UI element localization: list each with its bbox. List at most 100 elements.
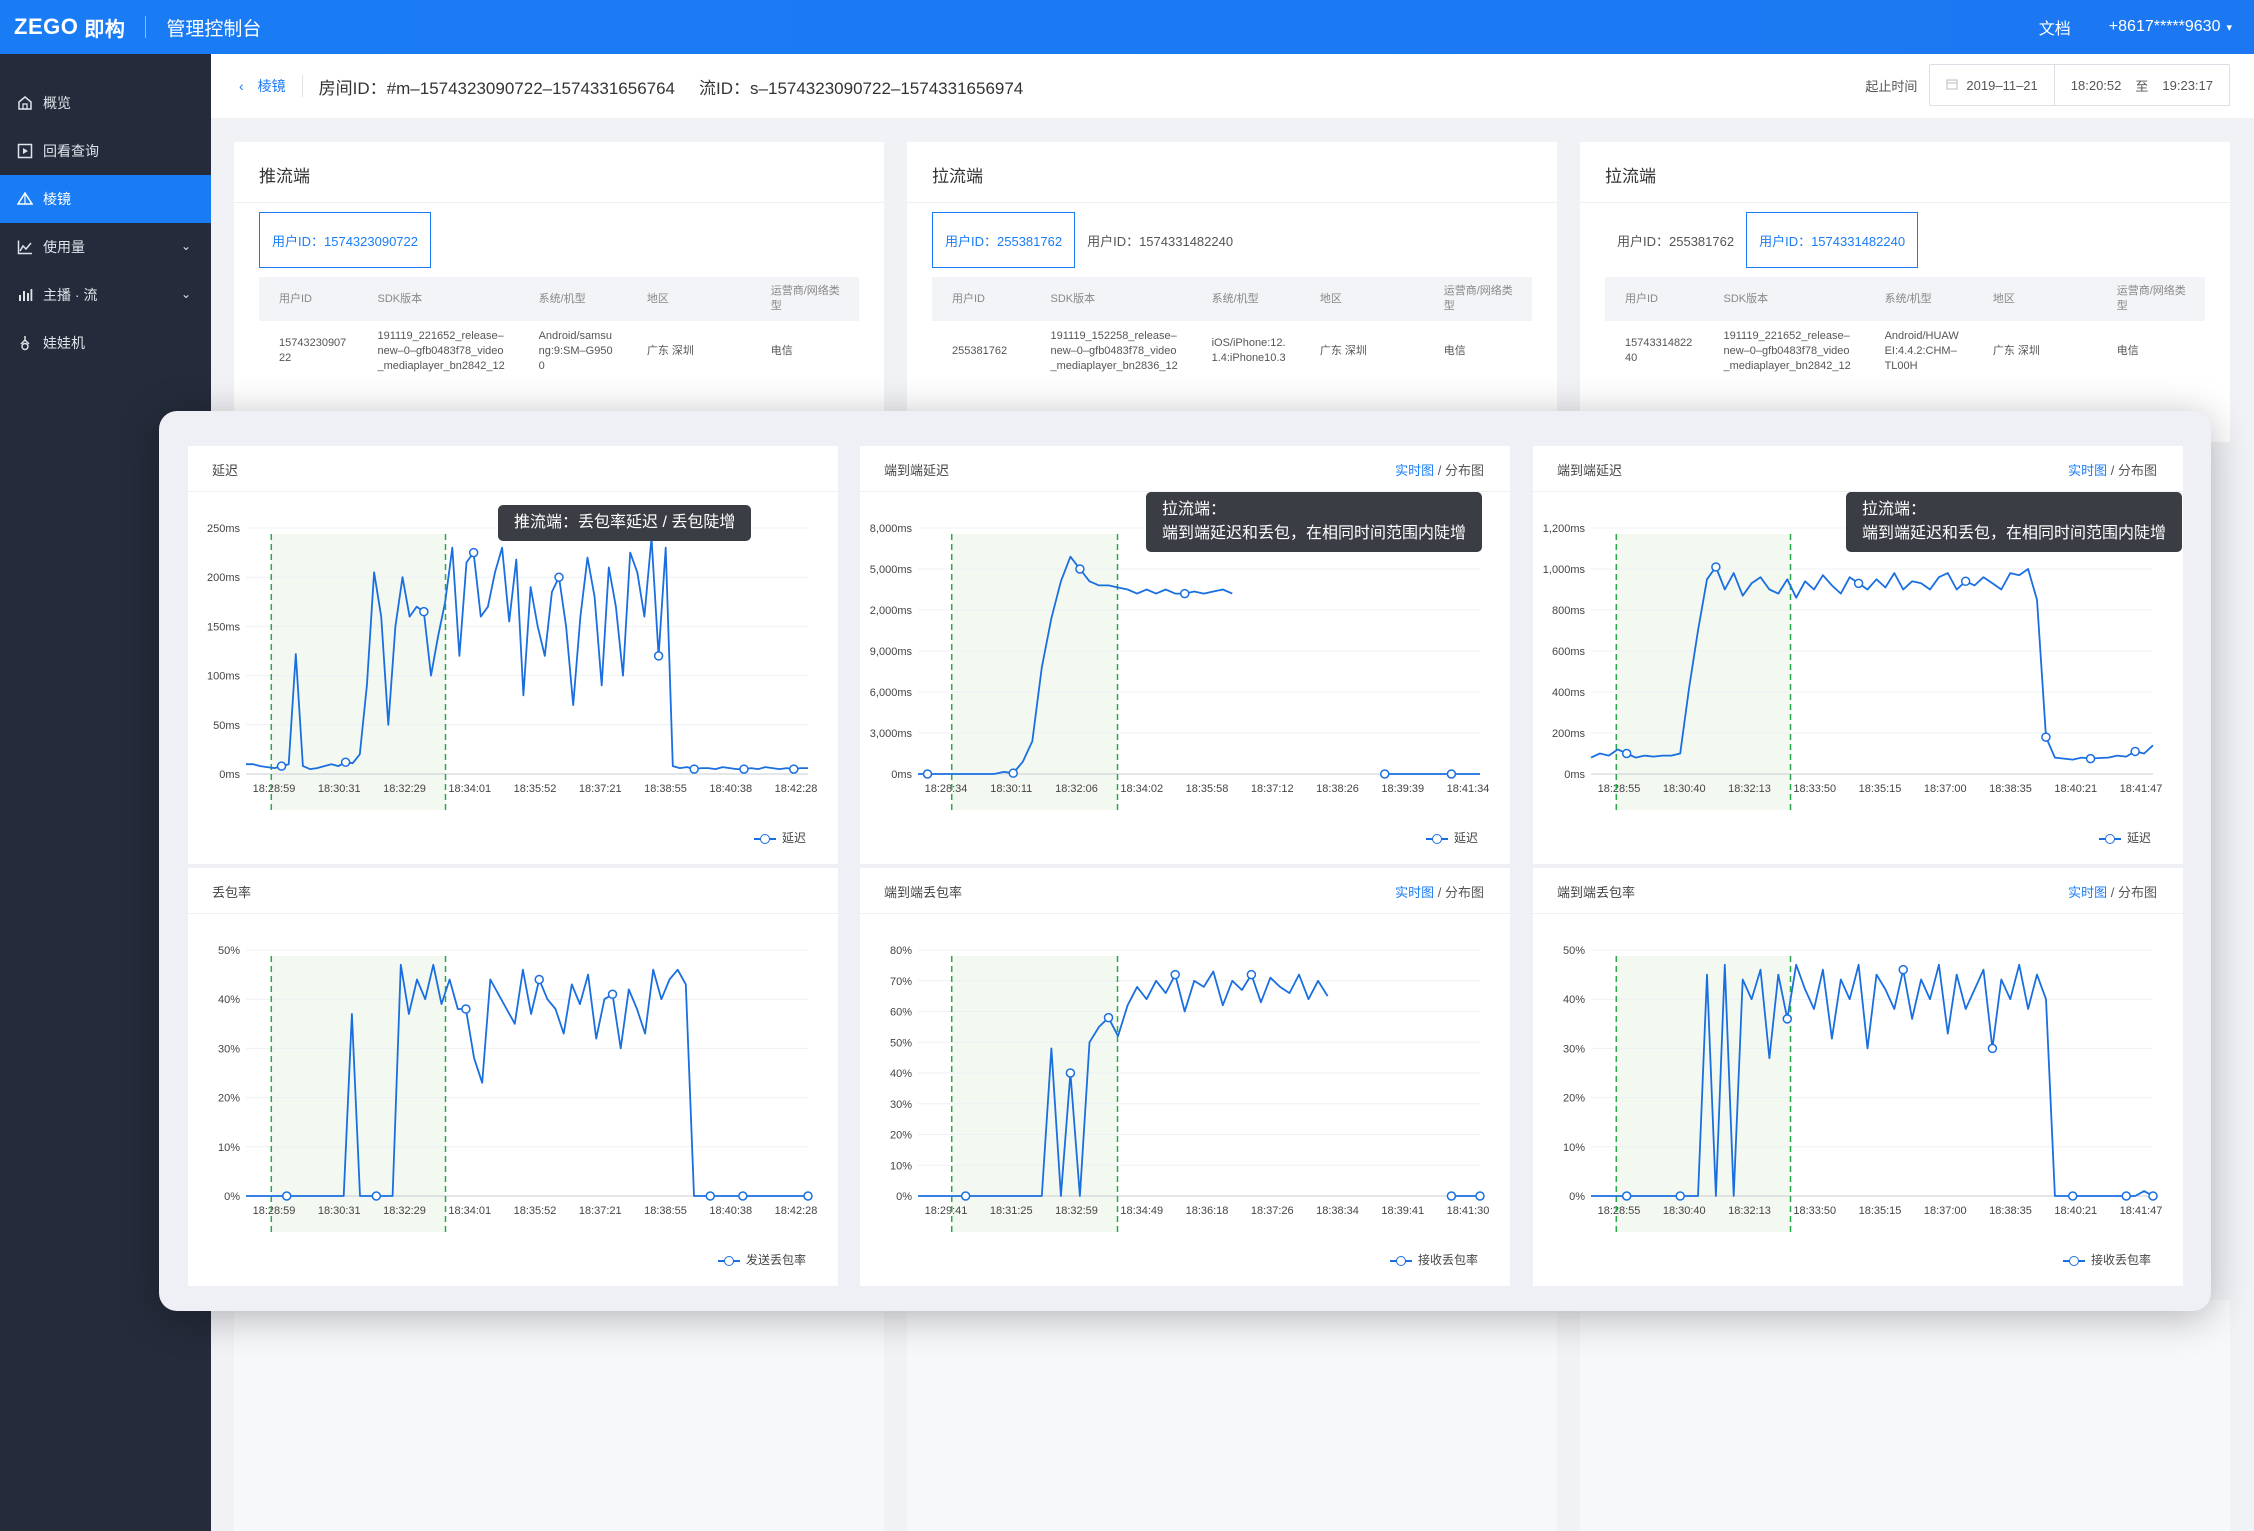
x-tick-label: 18:35:15 <box>1859 1205 1902 1217</box>
sidebar-item-label: 娃娃机 <box>43 335 85 351</box>
calendar-icon <box>1946 78 1958 93</box>
sidebar-item-label: 概览 <box>43 95 71 111</box>
chart-legend[interactable]: 接收丢包率 <box>1389 1251 1478 1268</box>
y-tick-label: 9,000ms <box>870 646 913 658</box>
y-tick-label: 0% <box>224 1191 240 1203</box>
chart-legend[interactable]: 延迟 <box>2098 829 2151 846</box>
user-tab[interactable]: 用户ID：255381762 <box>932 212 1076 268</box>
prism-icon <box>16 190 34 208</box>
y-tick-label: 10% <box>890 1160 912 1172</box>
legend-label: 发送丢包率 <box>745 1253 806 1267</box>
y-tick-label: 30% <box>218 1043 240 1055</box>
chevron-down-icon: ▾ <box>2226 22 2232 34</box>
faded-card <box>1580 1300 2230 1531</box>
account-menu[interactable]: +8617*****9630 ▾ <box>2109 18 2232 36</box>
faded-card <box>907 1300 1557 1531</box>
chart-legend[interactable]: 发送丢包率 <box>717 1251 806 1268</box>
table-cell: 广东 深圳 <box>1992 344 2040 357</box>
data-point <box>340 757 351 767</box>
data-point <box>554 572 564 582</box>
data-point <box>1075 564 1085 574</box>
sidebar-item-overview[interactable]: 概览 <box>0 79 211 127</box>
data-point <box>1446 1191 1457 1201</box>
x-tick-label: 18:38:35 <box>1989 1205 2032 1217</box>
column-header: 用户ID <box>952 292 985 305</box>
column-header: 地区 <box>1992 292 2015 305</box>
legend-label: 接收丢包率 <box>2090 1253 2151 1267</box>
docs-link[interactable]: 文档 <box>2039 15 2071 39</box>
data-point <box>1853 578 1864 589</box>
data-point <box>1170 969 1180 980</box>
y-tick-label: 0% <box>1569 1191 1585 1203</box>
table-header: 用户ID SDK版本 系统/机型 地区 运营商/网络类型 <box>259 277 859 321</box>
back-link[interactable]: ‹ 棱镜 <box>239 76 286 96</box>
y-tick-label: 5,000ms <box>870 564 913 576</box>
x-tick-label: 18:32:06 <box>1055 783 1098 795</box>
sidebar-item-label: 回看查询 <box>43 143 99 159</box>
sidebar-item-playback[interactable]: 回看查询 <box>0 127 211 175</box>
endpoint-table: 用户ID SDK版本 系统/机型 地区 运营商/网络类型 15743314822… <box>1605 277 2205 381</box>
x-tick-label: 18:35:58 <box>1186 783 1229 795</box>
user-tab[interactable]: 用户ID：1574331482240 <box>1746 212 1919 268</box>
table-cell: 191119_221652_release–new–0–gfb0483f78_v… <box>1723 329 1851 372</box>
tooltip-pull-2: 拉流端： 端到端延迟和丢包，在相同时间范围内陡增 <box>1846 492 2183 552</box>
time-range-field[interactable]: 18:20:52 至 19:23:17 <box>2053 65 2229 105</box>
sidebar-item-usage[interactable]: 使用量 ⌄ <box>0 223 211 271</box>
sidebar-item-prism[interactable]: 棱镜 <box>0 175 211 223</box>
data-point <box>1782 1014 1793 1024</box>
data-point <box>1246 969 1257 980</box>
x-tick-label: 18:39:39 <box>1381 783 1424 795</box>
line-chart-pull1-loss: 80% 70% 60% 50% 40% 30% 20% 10% 0% 18:29:41 18:31:… <box>890 945 1489 1232</box>
chart-legend[interactable]: 延迟 <box>753 829 806 846</box>
x-tick-label: 18:28:59 <box>253 783 296 795</box>
sidebar-item-claw-machine[interactable]: 娃娃机 <box>0 319 211 367</box>
card-title: 拉流端 <box>1580 142 2230 203</box>
card-title: 推流端 <box>234 142 884 203</box>
x-tick-label: 18:34:02 <box>1120 783 1163 795</box>
column-header: 地区 <box>1319 292 1342 305</box>
chart-legend[interactable]: 延迟 <box>1425 829 1478 846</box>
legend-label: 延迟 <box>781 831 806 845</box>
y-tick-label: 200ms <box>207 572 241 584</box>
logo[interactable]: ZEGO <box>14 14 78 40</box>
y-tick-label: 200ms <box>1552 728 1586 740</box>
user-tab[interactable]: 用户ID：1574323090722 <box>259 212 431 268</box>
table-cell: 191119_152258_release–new–0–gfb0483f78_v… <box>1050 329 1178 372</box>
y-tick-label: 30% <box>1563 1043 1585 1055</box>
column-header: SDK版本 <box>1050 292 1096 305</box>
table-cell: iOS/iPhone:12.1.4:iPhone10.3 <box>1211 337 1286 364</box>
x-tick-label: 18:31:25 <box>990 1205 1033 1217</box>
x-tick-label: 18:38:55 <box>644 783 687 795</box>
data-point <box>1675 1191 1685 1201</box>
data-point <box>534 974 544 985</box>
room-id: 房间ID：#m–1574323090722–1574331656764 <box>318 78 676 98</box>
x-tick-label: 18:28:55 <box>1598 1205 1641 1217</box>
playback-icon <box>16 142 34 160</box>
y-tick-label: 400ms <box>1552 687 1586 699</box>
chart-legend[interactable]: 接收丢包率 <box>2062 1251 2151 1268</box>
date-field[interactable]: 2019–11–21 <box>1930 65 2053 105</box>
legend-marker <box>753 833 776 844</box>
x-tick-label: 18:32:13 <box>1728 783 1771 795</box>
data-point <box>2148 1191 2158 1201</box>
user-tab[interactable]: 用户ID：1574331482240 <box>1075 213 1245 267</box>
highlight-band <box>951 534 1118 810</box>
faded-card <box>234 1300 884 1531</box>
data-point <box>276 761 287 771</box>
sidebar-item-anchor-stream[interactable]: 主播 · 流 ⌄ <box>0 271 211 319</box>
top-bar: ZEGO 即构 管理控制台 文档 +8617*****9630 ▾ <box>0 0 2254 54</box>
data-point <box>461 1004 471 1014</box>
data-point <box>960 1191 971 1201</box>
data-point <box>371 1191 382 1201</box>
y-tick-label: 50% <box>890 1037 912 1049</box>
x-tick-label: 18:35:15 <box>1859 783 1902 795</box>
y-tick-label: 10% <box>218 1142 240 1154</box>
start-time: 18:20:52 <box>2070 77 2122 93</box>
user-tab[interactable]: 用户ID：255381762 <box>1605 213 1746 267</box>
x-tick-label: 18:37:21 <box>579 783 622 795</box>
date-time-picker[interactable]: 2019–11–21 18:20:52 至 19:23:17 <box>1929 64 2230 106</box>
x-tick-label: 18:32:59 <box>1055 1205 1098 1217</box>
y-tick-label: 0ms <box>1564 769 1585 781</box>
y-tick-label: 0ms <box>219 769 240 781</box>
table-cell: 191119_221652_release–new–0–gfb0483f78_v… <box>377 329 505 372</box>
